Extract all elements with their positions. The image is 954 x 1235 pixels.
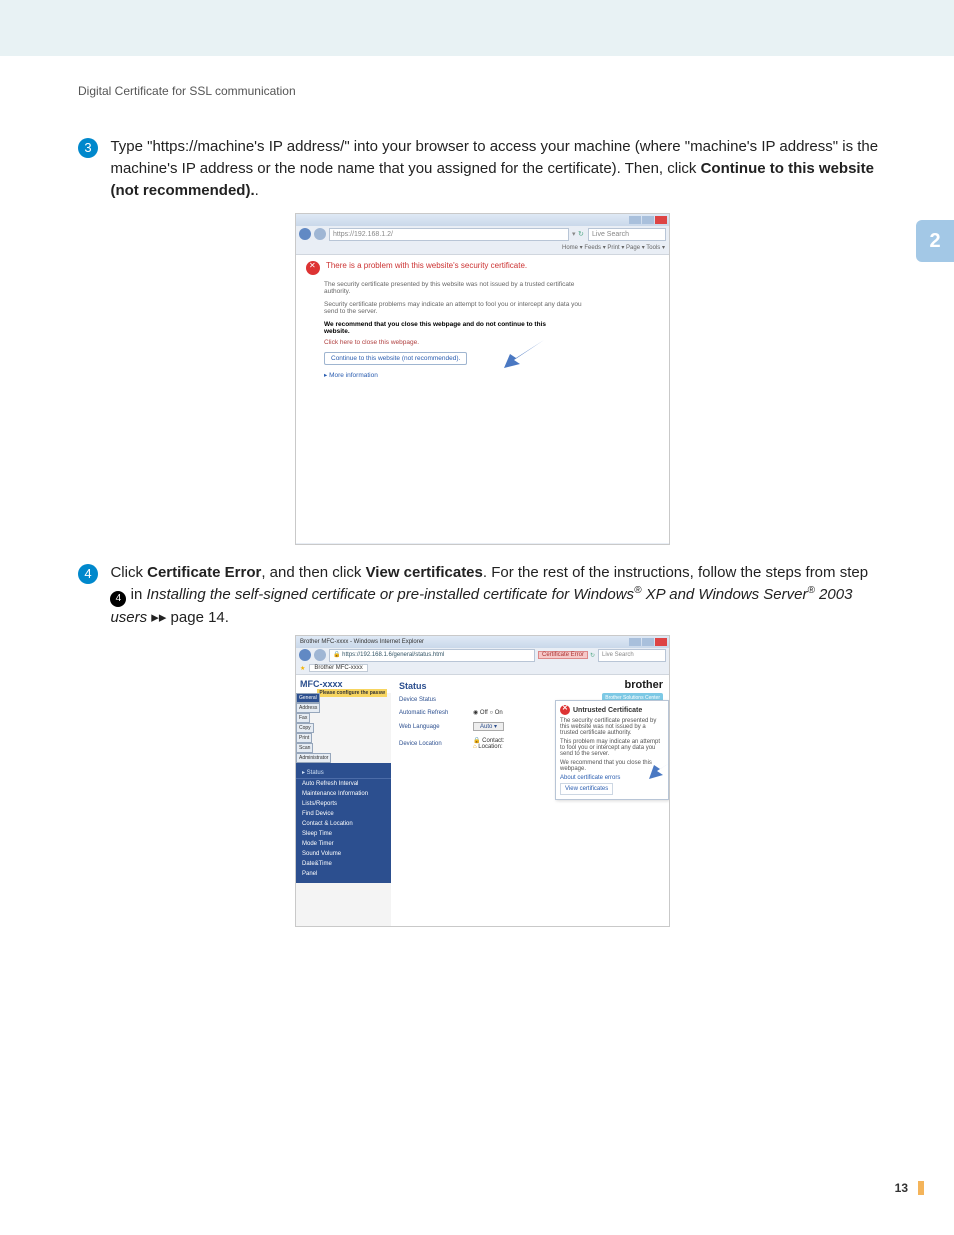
window-buttons[interactable] (629, 216, 667, 224)
back-icon[interactable] (299, 228, 311, 240)
tab-fax[interactable]: Fax (296, 713, 310, 723)
close-icon[interactable] (655, 638, 667, 646)
popup-text: The security certificate presented by th… (560, 718, 664, 736)
certificate-error-label: Certificate Error (147, 564, 261, 581)
sidebar-item[interactable]: Date&Time (296, 859, 391, 869)
password-warning[interactable]: Please configure the passw (317, 689, 387, 697)
search-input[interactable]: Live Search (598, 649, 666, 662)
sidebar-item[interactable]: Sound Volume (296, 849, 391, 859)
auto-refresh-radio[interactable]: ◉ Off ○ On (473, 709, 503, 716)
sidebar-item[interactable]: Auto Refresh Interval (296, 779, 391, 789)
tab-admin[interactable]: Administrator (296, 753, 331, 763)
window-buttons[interactable] (629, 638, 667, 646)
cert-error-recommend: We recommend that you close this webpage… (324, 321, 554, 335)
more-information-link[interactable]: More information (324, 371, 659, 379)
page-top-banner (0, 0, 954, 56)
location-label: Location: (478, 744, 502, 750)
step-3-text: Type "https://machine's IP address/" int… (110, 136, 880, 201)
arrow-glyph-icon: ▸▸ (147, 609, 170, 626)
page-number-accent (918, 1181, 924, 1195)
device-location-label: Device Location (399, 741, 473, 747)
t: Installing the self-signed certificate o… (146, 586, 634, 603)
sidebar-item[interactable]: Sleep Time (296, 829, 391, 839)
step-4: 4 Click Certificate Error, and then clic… (78, 562, 880, 629)
screenshot-brother-admin: Brother MFC-xxxx - Windows Internet Expl… (295, 635, 670, 927)
step-4-text: Click Certificate Error, and then click … (110, 562, 880, 629)
t: ® (808, 585, 815, 596)
sidebar-item[interactable]: Maintenance Information (296, 789, 391, 799)
tab-general[interactable]: General (296, 693, 320, 703)
step-number-icon: 4 (78, 564, 98, 584)
continue-website-link[interactable]: Continue to this website (not recommende… (324, 352, 467, 365)
sidebar-item[interactable]: Mode Timer (296, 839, 391, 849)
chapter-tab: 2 (916, 220, 954, 262)
admin-top-tabs[interactable]: General Address Fax Copy Print Scan Admi… (296, 693, 317, 763)
sidebar-item-status[interactable]: ▸ Status (296, 767, 391, 779)
tab-copy[interactable]: Copy (296, 723, 314, 733)
untrusted-cert-popup: Untrusted Certificate The security certi… (555, 700, 669, 800)
sidebar-item[interactable]: Find Device (296, 809, 391, 819)
window-titlebar (296, 214, 669, 226)
web-language-select[interactable]: Auto ▾ (473, 722, 504, 731)
tab-scan[interactable]: Scan (296, 743, 313, 753)
t: , and then click (261, 564, 365, 581)
browser-nav-row: 🔒 https://192.168.1.6/general/status.htm… (296, 648, 669, 662)
tab-address[interactable]: Address (296, 703, 320, 713)
cert-error-line2: Security certificate problems may indica… (324, 301, 584, 315)
view-certificates-link[interactable]: View certificates (560, 783, 613, 795)
forward-icon[interactable] (314, 228, 326, 240)
auto-refresh-label: Automatic Refresh (399, 710, 473, 716)
address-text: https://192.168.1.6/general/status.html (342, 652, 444, 658)
browser-status-bar: Done ● Internet | Protected Mode: On 100… (296, 543, 669, 545)
step-3-tail: . (255, 182, 259, 199)
device-model: MFC-xxxx Please configure the passw (296, 675, 391, 693)
admin-main-panel: brother Brother Solutions Center Status … (391, 675, 669, 927)
cert-error-title: There is a problem with this website's s… (326, 261, 527, 270)
browser-toolbar[interactable]: Home ▾ Feeds ▾ Print ▾ Page ▾ Tools ▾ (296, 242, 669, 255)
search-input[interactable]: Live Search (588, 228, 666, 241)
popup-title: Untrusted Certificate (573, 707, 642, 714)
tab-print[interactable]: Print (296, 733, 312, 743)
browser-tab[interactable]: Brother MFC-xxxx (309, 664, 367, 672)
window-titlebar: Brother MFC-xxxx - Windows Internet Expl… (296, 636, 669, 648)
t: Click (110, 564, 147, 581)
web-language-label: Web Language (399, 724, 473, 730)
callout-arrow-icon (649, 753, 670, 779)
page-number: 13 (895, 1181, 908, 1195)
screenshot-cert-warning: https://192.168.1.2/ ▾ ↻ Live Search Hom… (295, 213, 670, 545)
window-title: Brother MFC-xxxx - Windows Internet Expl… (296, 639, 424, 645)
device-status-label: Device Status (399, 697, 473, 703)
forward-icon[interactable] (314, 649, 326, 661)
step-number-icon: 3 (78, 138, 98, 158)
sidebar-item[interactable]: Panel (296, 869, 391, 879)
step-3: 3 Type "https://machine's IP address/" i… (78, 136, 880, 201)
t: in (126, 586, 146, 603)
address-bar[interactable]: https://192.168.1.2/ (329, 228, 569, 241)
close-icon[interactable] (655, 216, 667, 224)
browser-tab-row: ★ Brother MFC-xxxx (296, 662, 669, 675)
view-certificates-label: View certificates (366, 564, 483, 581)
sidebar-item[interactable]: Contact & Location (296, 819, 391, 829)
back-icon[interactable] (299, 649, 311, 661)
shield-error-icon (560, 705, 570, 715)
section-heading: Digital Certificate for SSL communicatio… (78, 84, 296, 98)
admin-side-nav: ▸ Status Auto Refresh Interval Maintenan… (296, 763, 391, 883)
callout-arrow-icon (504, 340, 544, 368)
close-webpage-link[interactable]: Click here to close this webpage. (324, 339, 659, 346)
certificate-error-pill[interactable]: Certificate Error (538, 651, 588, 659)
shield-error-icon (306, 261, 320, 275)
t: page 14. (171, 609, 229, 626)
cert-error-line1: The security certificate presented by th… (324, 281, 584, 295)
admin-left-column: MFC-xxxx Please configure the passw Gene… (296, 675, 391, 927)
address-bar[interactable]: 🔒 https://192.168.1.6/general/status.htm… (329, 649, 535, 662)
t: . For the rest of the instructions, foll… (483, 564, 868, 581)
sidebar-item[interactable]: Lists/Reports (296, 799, 391, 809)
browser-nav-row: https://192.168.1.2/ ▾ ↻ Live Search (296, 226, 669, 242)
t: XP and Windows Server (641, 586, 807, 603)
cert-error-page: There is a problem with this website's s… (296, 255, 669, 543)
inline-step-ref-icon: 4 (110, 591, 126, 607)
